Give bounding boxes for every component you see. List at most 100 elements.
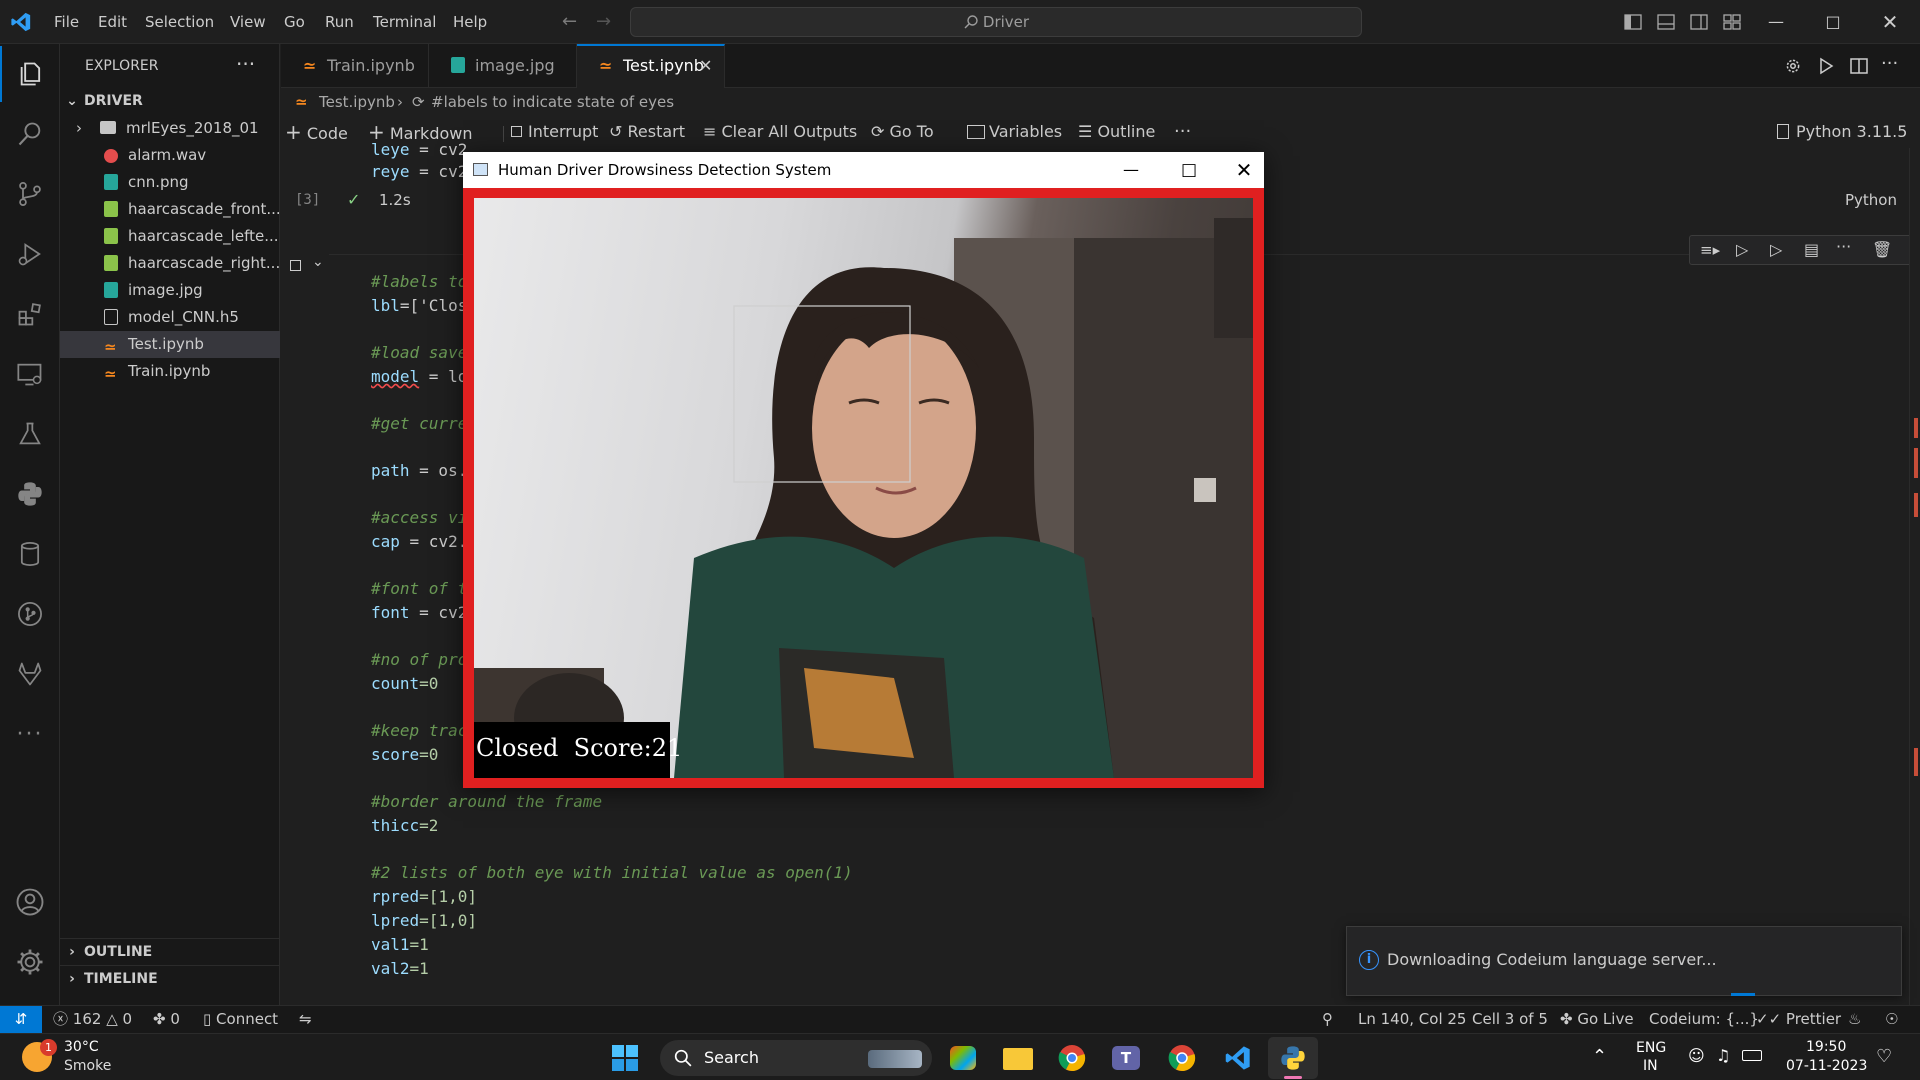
- explorer-icon[interactable]: [0, 46, 60, 102]
- back-arrow-icon[interactable]: ←: [562, 0, 577, 44]
- go-to-button[interactable]: ⟳ Go To: [871, 118, 934, 146]
- tab-test-ipynb[interactable]: ≃ Test.ipynb ✕: [577, 44, 725, 88]
- copilot-app-icon[interactable]: [950, 1046, 976, 1070]
- cv-minimize-button[interactable]: —: [1108, 152, 1154, 188]
- taskbar-search-box[interactable]: Search: [660, 1040, 932, 1076]
- variables-button[interactable]: Variables: [967, 118, 1062, 146]
- tree-item-folder[interactable]: › mrlEyes_2018_01: [60, 115, 280, 142]
- location-icon[interactable]: ⚲: [1322, 1006, 1333, 1033]
- run-by-line-icon[interactable]: ≡▸: [1700, 241, 1720, 259]
- forward-arrow-icon[interactable]: →: [596, 0, 611, 44]
- restart-button[interactable]: ↺ Restart: [609, 118, 685, 146]
- menu-run[interactable]: Run: [325, 0, 354, 44]
- gitlab-icon[interactable]: [0, 646, 60, 702]
- cv-close-button[interactable]: ✕: [1221, 152, 1267, 188]
- battery-icon[interactable]: [1742, 1050, 1762, 1061]
- tab-image-jpg[interactable]: image.jpg: [429, 44, 577, 88]
- cell-more-icon[interactable]: ···: [1836, 237, 1851, 256]
- show-hidden-icons-chevron-up-icon[interactable]: ⌃: [1592, 1046, 1607, 1067]
- menu-help[interactable]: Help: [453, 0, 487, 44]
- extensions-icon[interactable]: [0, 286, 60, 342]
- interrupt-button[interactable]: Interrupt: [503, 118, 598, 146]
- breadcrumb-file[interactable]: Test.ipynb: [319, 88, 395, 116]
- execute-above-icon[interactable]: ▷: [1736, 240, 1748, 259]
- close-window-button[interactable]: ✕: [1867, 0, 1913, 44]
- command-center-search[interactable]: Driver: [630, 7, 1362, 37]
- codeium-status[interactable]: Codeium: {...}: [1649, 1006, 1759, 1033]
- menu-selection[interactable]: Selection: [145, 0, 214, 44]
- git-graph-icon[interactable]: [0, 586, 60, 642]
- cell-indicator[interactable]: Cell 3 of 5: [1472, 1006, 1548, 1033]
- folder-driver-header[interactable]: ⌄ DRIVER: [60, 88, 280, 115]
- execute-below-icon[interactable]: ▷: [1770, 240, 1782, 259]
- tree-item-file-selected[interactable]: ≃ Test.ipynb: [60, 331, 280, 358]
- explorer-more-actions-icon[interactable]: ···: [236, 44, 255, 88]
- maximize-window-button[interactable]: □: [1810, 0, 1856, 44]
- cell-run-checkbox[interactable]: [290, 260, 301, 271]
- go-live-button[interactable]: ✤ Go Live: [1560, 1006, 1634, 1033]
- chrome-icon[interactable]: [1058, 1044, 1086, 1072]
- toggle-sidebar-icon[interactable]: [1624, 13, 1642, 31]
- kernel-settings-gear-icon[interactable]: [1784, 57, 1802, 75]
- tab-train-ipynb[interactable]: ≃ Train.ipynb: [281, 44, 429, 88]
- database-icon[interactable]: [0, 526, 60, 582]
- tree-item-file[interactable]: haarcascade_right...: [60, 250, 280, 277]
- notifications-bell-icon[interactable]: ♨: [1848, 1006, 1861, 1033]
- tree-item-file[interactable]: haarcascade_lefte...: [60, 223, 280, 250]
- clock-date[interactable]: 07-11-2023: [1786, 1058, 1867, 1074]
- clock-time[interactable]: 19:50: [1806, 1039, 1846, 1055]
- tree-item-file[interactable]: alarm.wav: [60, 142, 280, 169]
- language-primary[interactable]: ENG: [1636, 1040, 1666, 1056]
- ports-indicator[interactable]: ✤ 0: [153, 1006, 180, 1033]
- collapse-cell-icon[interactable]: ⌄: [312, 254, 324, 270]
- timeline-section-header[interactable]: › TIMELINE: [60, 965, 280, 992]
- kernel-picker[interactable]: Python 3.11.5: [1777, 118, 1907, 146]
- volume-icon[interactable]: ♫: [1716, 1046, 1730, 1065]
- feedback-icon[interactable]: ☉: [1885, 1006, 1898, 1033]
- customize-layout-icon[interactable]: [1723, 13, 1741, 31]
- outline-section-header[interactable]: › OUTLINE: [60, 938, 280, 965]
- tree-item-file[interactable]: cnn.png: [60, 169, 280, 196]
- add-code-cell-button[interactable]: + Code: [285, 118, 348, 148]
- python-taskbar-active[interactable]: [1268, 1037, 1318, 1079]
- notification-bell-icon[interactable]: ♡: [1876, 1046, 1892, 1067]
- clear-all-outputs-button[interactable]: ≡ Clear All Outputs: [703, 118, 857, 146]
- close-tab-icon[interactable]: ✕: [699, 46, 712, 86]
- tree-item-file[interactable]: ≃ Train.ipynb: [60, 358, 280, 385]
- minimize-window-button[interactable]: —: [1753, 0, 1799, 44]
- python-icon[interactable]: [0, 466, 60, 522]
- search-icon[interactable]: [0, 106, 60, 162]
- breadcrumb-cell[interactable]: #labels to indicate state of eyes: [431, 88, 674, 116]
- toggle-secondary-sidebar-icon[interactable]: [1690, 13, 1708, 31]
- run-icon[interactable]: [1817, 57, 1835, 75]
- language-secondary[interactable]: IN: [1643, 1058, 1658, 1074]
- live-share-icon[interactable]: ⇋: [299, 1006, 312, 1033]
- settings-gear-icon[interactable]: [0, 934, 60, 990]
- toolbar-more-icon[interactable]: ···: [1174, 118, 1191, 146]
- toggle-panel-icon[interactable]: [1657, 13, 1675, 31]
- more-actions-icon[interactable]: ···: [1881, 44, 1898, 84]
- tree-item-file[interactable]: image.jpg: [60, 277, 280, 304]
- menu-view[interactable]: View: [230, 0, 266, 44]
- split-cell-icon[interactable]: ▤: [1804, 240, 1819, 259]
- delete-cell-trash-icon[interactable]: 🗑: [1872, 240, 1892, 259]
- prettier-status[interactable]: ✓✓ Prettier: [1756, 1006, 1841, 1033]
- accounts-icon[interactable]: [0, 874, 60, 930]
- windows-start-icon[interactable]: [612, 1045, 638, 1071]
- editor-scrollbar[interactable]: [1909, 148, 1920, 1005]
- more-views-icon[interactable]: ···: [0, 706, 60, 762]
- cursor-position[interactable]: Ln 140, Col 25: [1358, 1006, 1466, 1033]
- remote-indicator-icon[interactable]: ⇵: [0, 1006, 42, 1033]
- wifi-icon[interactable]: ☺: [1688, 1046, 1705, 1065]
- run-debug-icon[interactable]: [0, 226, 60, 282]
- chrome-profile-icon[interactable]: [1168, 1044, 1196, 1072]
- remote-explorer-icon[interactable]: [0, 346, 60, 402]
- menu-file[interactable]: File: [54, 0, 79, 44]
- source-control-icon[interactable]: [0, 166, 60, 222]
- cv-maximize-button[interactable]: □: [1166, 152, 1212, 188]
- tree-item-file[interactable]: model_CNN.h5: [60, 304, 280, 331]
- testing-flask-icon[interactable]: [0, 406, 60, 462]
- tree-item-file[interactable]: haarcascade_front...: [60, 196, 280, 223]
- vscode-taskbar-icon[interactable]: [1224, 1044, 1252, 1072]
- outline-button[interactable]: ☰ Outline: [1078, 118, 1155, 146]
